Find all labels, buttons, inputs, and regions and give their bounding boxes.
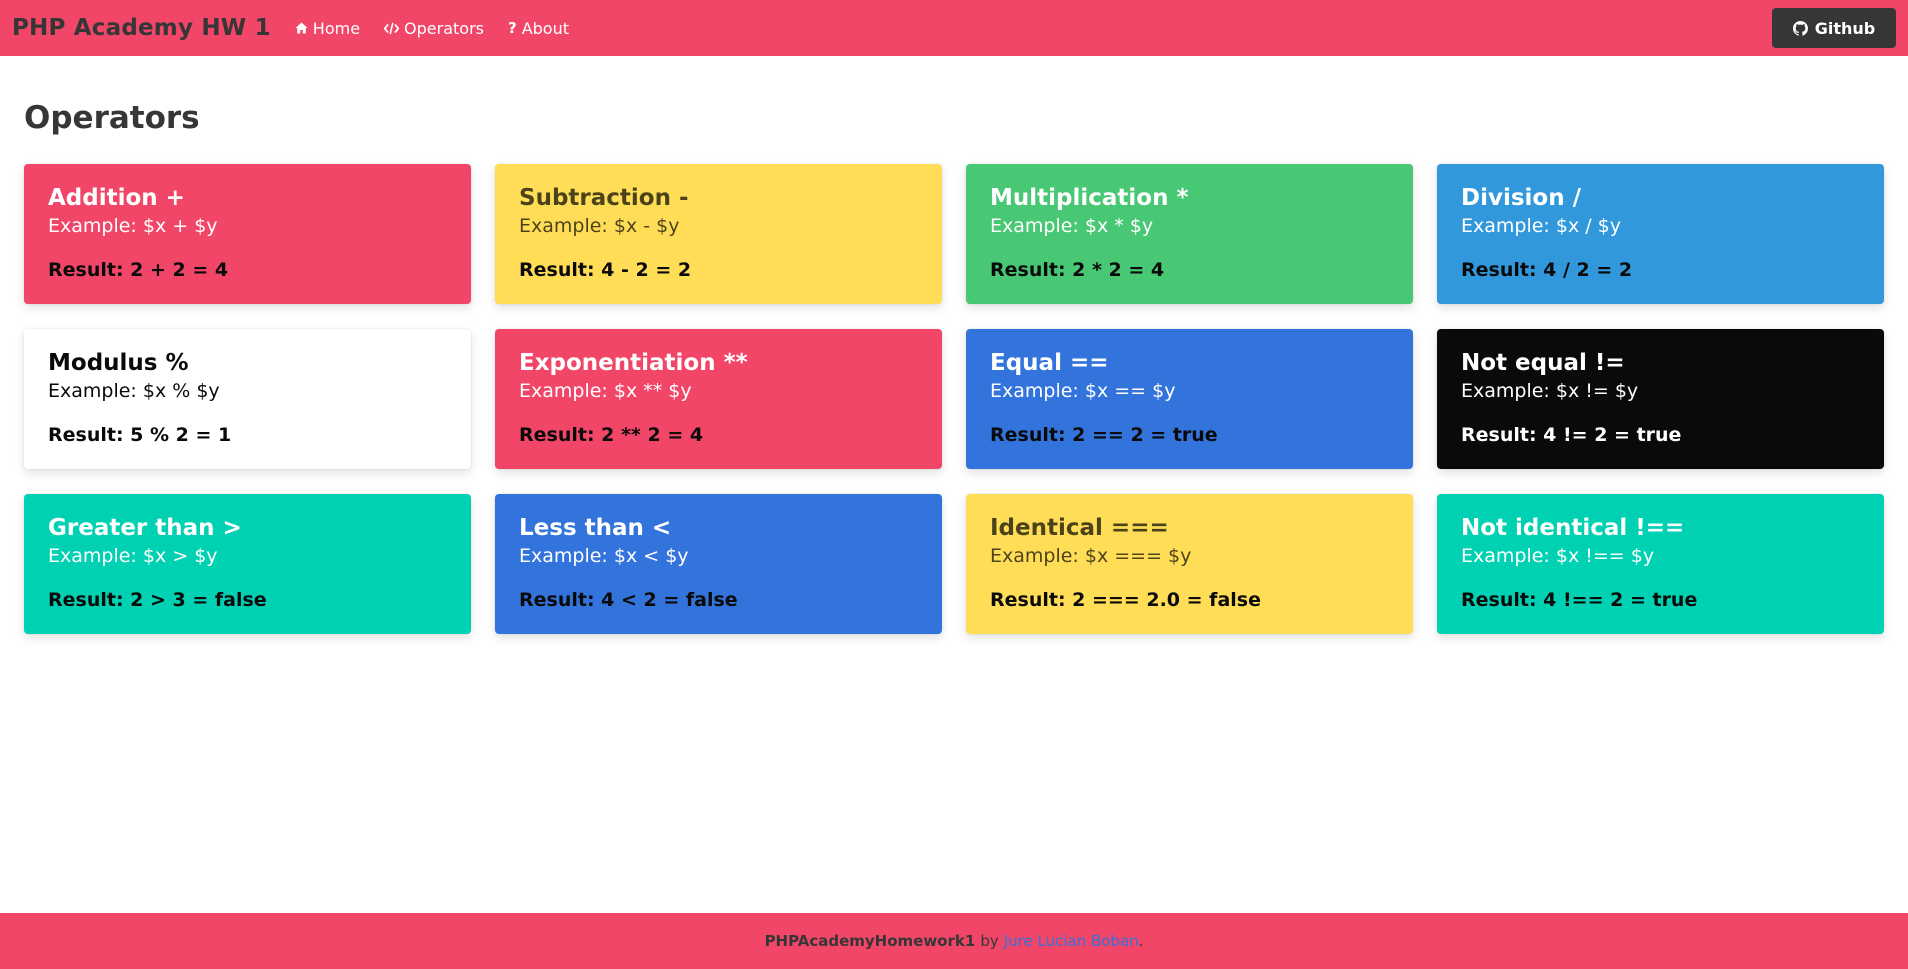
card-title: Modulus %: [48, 350, 189, 376]
card-title: Equal ==: [990, 350, 1109, 376]
operator-card-less-than: Less than < Example: $x < $y Result: 4 <…: [495, 494, 942, 634]
navbar: PHP Academy HW 1 Home Operators ? About …: [0, 0, 1908, 56]
card-result: Result: 4 != 2 = true: [1461, 424, 1682, 447]
nav-item-home-label: Home: [312, 18, 361, 38]
github-button[interactable]: Github: [1772, 8, 1896, 48]
card-result: Result: 5 % 2 = 1: [48, 424, 232, 447]
nav-item-operators-label: Operators: [404, 18, 484, 38]
home-icon: [295, 22, 308, 34]
card-example: Example: $x !== $y: [1461, 544, 1655, 567]
code-icon: [384, 22, 400, 35]
card-example: Example: $x % $y: [48, 379, 220, 402]
operator-card-not-equal: Not equal != Example: $x != $y Result: 4…: [1437, 329, 1884, 469]
operator-card-equal: Equal == Example: $x == $y Result: 2 == …: [966, 329, 1413, 469]
nav-item-about[interactable]: ? About: [508, 19, 569, 38]
operator-card-multiplication: Multiplication * Example: $x * $y Result…: [966, 164, 1413, 304]
card-title: Multiplication *: [990, 185, 1189, 211]
card-result: Result: 4 !== 2 = true: [1461, 589, 1698, 612]
card-title: Identical ===: [990, 515, 1169, 541]
card-result: Result: 2 ** 2 = 4: [519, 424, 704, 447]
operator-card-modulus: Modulus % Example: $x % $y Result: 5 % 2…: [24, 329, 471, 469]
card-result: Result: 4 < 2 = false: [519, 589, 738, 612]
footer-author-link[interactable]: Jure Lucian Boban: [1004, 932, 1139, 950]
card-result: Result: 4 / 2 = 2: [1461, 259, 1633, 282]
card-title: Not identical !==: [1461, 515, 1685, 541]
nav-item-operators[interactable]: Operators: [384, 19, 484, 38]
footer-project-name: PHPAcademyHomework1: [764, 932, 976, 950]
card-example: Example: $x + $y: [48, 214, 218, 237]
footer-trailing-period: .: [1138, 932, 1144, 950]
card-result: Result: 2 + 2 = 4: [48, 259, 229, 282]
question-icon: ?: [508, 19, 517, 37]
operator-card-greater-than: Greater than > Example: $x > $y Result: …: [24, 494, 471, 634]
card-title: Not equal !=: [1461, 350, 1625, 376]
operator-card-identical: Identical === Example: $x === $y Result:…: [966, 494, 1413, 634]
github-button-label: Github: [1814, 18, 1876, 38]
operator-card-exponentiation: Exponentiation ** Example: $x ** $y Resu…: [495, 329, 942, 469]
card-title: Subtraction -: [519, 185, 689, 211]
card-example: Example: $x != $y: [1461, 379, 1639, 402]
card-example: Example: $x < $y: [519, 544, 689, 567]
footer-by-text: by: [980, 932, 999, 950]
card-example: Example: $x > $y: [48, 544, 218, 567]
card-title: Division /: [1461, 185, 1582, 211]
card-result: Result: 4 - 2 = 2: [519, 259, 692, 282]
card-result: Result: 2 == 2 = true: [990, 424, 1218, 447]
github-icon: [1792, 20, 1808, 36]
card-result: Result: 2 > 3 = false: [48, 589, 267, 612]
navbar-brand[interactable]: PHP Academy HW 1: [12, 15, 271, 41]
operator-card-subtraction: Subtraction - Example: $x - $y Result: 4…: [495, 164, 942, 304]
page-title: Operators: [24, 100, 200, 136]
card-example: Example: $x - $y: [519, 214, 680, 237]
card-example: Example: $x * $y: [990, 214, 1154, 237]
card-result: Result: 2 === 2.0 = false: [990, 589, 1261, 612]
card-example: Example: $x ** $y: [519, 379, 692, 402]
operator-card-division: Division / Example: $x / $y Result: 4 / …: [1437, 164, 1884, 304]
nav-item-about-label: About: [521, 18, 570, 38]
nav-item-home[interactable]: Home: [295, 19, 360, 38]
card-title: Exponentiation **: [519, 350, 748, 376]
operators-grid: Addition + Example: $x + $y Result: 2 + …: [24, 164, 1884, 634]
footer: PHPAcademyHomework1 by Jure Lucian Boban…: [0, 913, 1908, 969]
card-example: Example: $x === $y: [990, 544, 1192, 567]
card-example: Example: $x == $y: [990, 379, 1176, 402]
operator-card-addition: Addition + Example: $x + $y Result: 2 + …: [24, 164, 471, 304]
card-example: Example: $x / $y: [1461, 214, 1622, 237]
card-title: Greater than >: [48, 515, 242, 541]
card-title: Addition +: [48, 185, 185, 211]
operator-card-not-identical: Not identical !== Example: $x !== $y Res…: [1437, 494, 1884, 634]
card-title: Less than <: [519, 515, 672, 541]
card-result: Result: 2 * 2 = 4: [990, 259, 1165, 282]
